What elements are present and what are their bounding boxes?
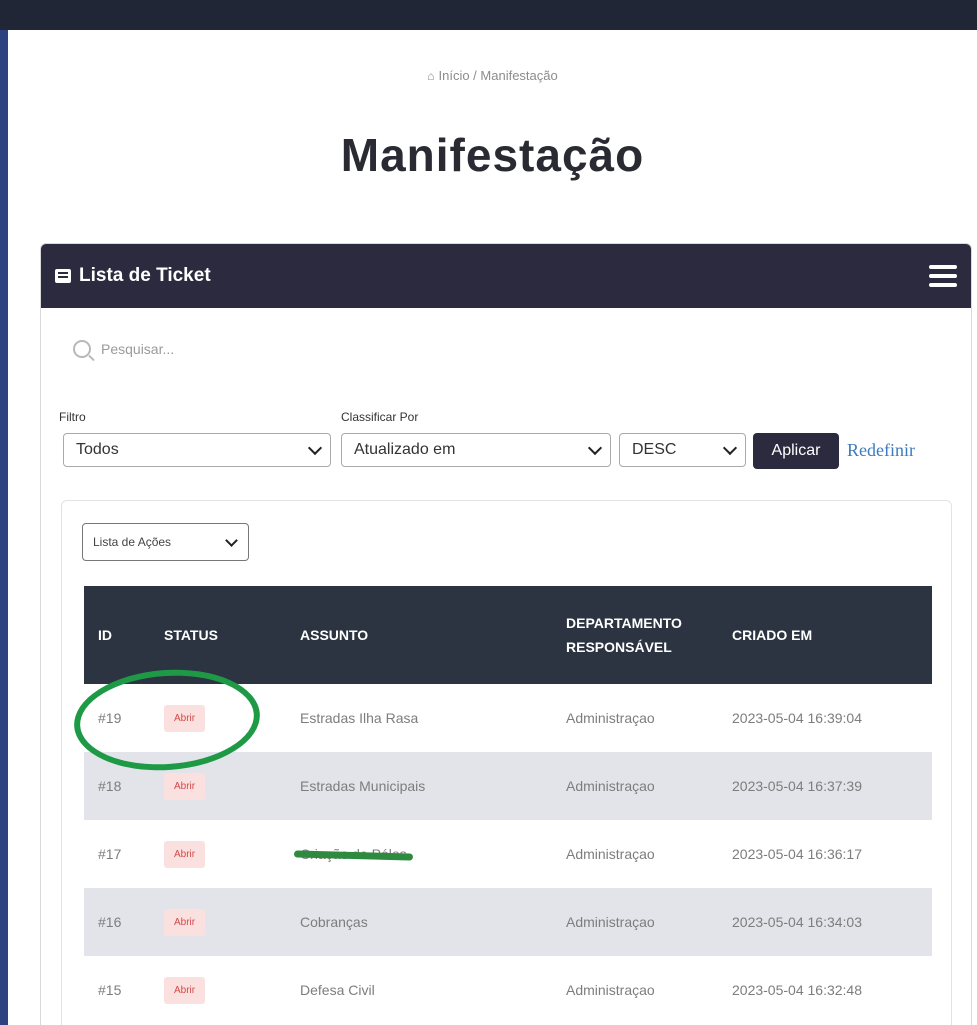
chevron-down-icon — [307, 440, 323, 456]
cell-status: Abrir — [150, 888, 286, 956]
order-select[interactable]: DESC — [619, 433, 746, 467]
page: ⌂ Início / Manifestação Manifestação List… — [8, 30, 977, 1025]
cell-status: Abrir — [150, 956, 286, 1024]
sort-select-value: Atualizado em — [354, 441, 456, 458]
table-row[interactable]: #17 Abrir Criação de Pólos Administraçao… — [84, 820, 932, 888]
status-badge: Abrir — [164, 772, 206, 800]
apply-button[interactable]: Aplicar — [753, 433, 839, 469]
table-row[interactable]: #16 Abrir Cobranças Administraçao 2023-0… — [84, 888, 932, 956]
top-bar — [0, 0, 977, 30]
filter-select-value: Todos — [76, 441, 119, 458]
cell-created: 2023-05-04 16:34:03 — [718, 888, 932, 956]
cell-subject[interactable]: Criação de Pólos — [286, 820, 552, 888]
card-title: Lista de Ticket — [79, 265, 211, 286]
status-badge: Abrir — [164, 840, 206, 868]
cell-subject[interactable]: Estradas Ilha Rasa — [286, 684, 552, 752]
cell-department: Administraçao — [552, 684, 718, 752]
filter-label: Filtro — [59, 410, 86, 424]
chevron-down-icon — [225, 533, 238, 547]
status-badge: Abrir — [164, 908, 206, 936]
order-select-value: DESC — [632, 441, 677, 458]
cell-created: 2023-05-04 16:39:04 — [718, 684, 932, 752]
chevron-down-icon — [587, 440, 603, 456]
cell-subject[interactable]: Defesa Civil — [286, 956, 552, 1024]
ticket-list-card: Lista de Ticket Filtro Todos Classificar… — [40, 243, 972, 1025]
cell-id[interactable]: #16 — [84, 888, 150, 956]
cell-created: 2023-05-04 16:36:17 — [718, 820, 932, 888]
hamburger-bar — [929, 274, 957, 278]
cell-subject[interactable]: Cobranças — [286, 888, 552, 956]
status-badge: Abrir — [164, 976, 206, 1004]
cell-created: 2023-05-04 16:32:48 — [718, 956, 932, 1024]
search-icon — [73, 340, 91, 358]
breadcrumb: ⌂ Início / Manifestação — [8, 68, 977, 83]
cell-department: Administraçao — [552, 752, 718, 820]
breadcrumb-text[interactable]: Início / Manifestação — [439, 68, 558, 83]
actions-select[interactable]: Lista de Ações — [82, 523, 249, 561]
column-header-created[interactable]: CRIADO EM — [718, 586, 932, 684]
table-row[interactable]: #18 Abrir Estradas Municipais Administra… — [84, 752, 932, 820]
search-input[interactable] — [99, 340, 303, 358]
card-title-wrap: Lista de Ticket — [55, 265, 211, 287]
actions-select-value: Lista de Ações — [93, 535, 172, 549]
home-icon[interactable]: ⌂ — [427, 69, 434, 83]
table-header-row: ID STATUS ASSUNTO DEPARTAMENTO RESPONSÁVE… — [84, 586, 932, 684]
cell-status: Abrir — [150, 820, 286, 888]
hamburger-icon[interactable] — [929, 265, 957, 287]
cell-department: Administraçao — [552, 888, 718, 956]
redacted-subject: Criação de Pólos — [300, 846, 407, 862]
filter-select[interactable]: Todos — [63, 433, 331, 467]
column-header-id[interactable]: ID — [84, 586, 150, 684]
cell-subject[interactable]: Estradas Municipais — [286, 752, 552, 820]
column-header-department[interactable]: DEPARTAMENTO RESPONSÁVEL — [552, 586, 718, 684]
cell-created: 2023-05-04 16:37:39 — [718, 752, 932, 820]
page-title: Manifestação — [340, 129, 645, 181]
cell-id[interactable]: #15 — [84, 956, 150, 1024]
list-icon — [55, 269, 71, 283]
cell-id[interactable]: #17 — [84, 820, 150, 888]
column-header-department-line2: RESPONSÁVEL — [566, 639, 672, 655]
chevron-down-icon — [722, 440, 738, 456]
cell-department: Administraçao — [552, 956, 718, 1024]
card-header: Lista de Ticket — [41, 244, 971, 308]
sort-label: Classificar Por — [341, 410, 419, 424]
tickets-table: ID STATUS ASSUNTO DEPARTAMENTO RESPONSÁVE… — [84, 586, 932, 1024]
cell-department: Administraçao — [552, 820, 718, 888]
hamburger-bar — [929, 283, 957, 287]
hamburger-bar — [929, 265, 957, 269]
table-row[interactable]: #15 Abrir Defesa Civil Administraçao 202… — [84, 956, 932, 1024]
column-header-department-line1: DEPARTAMENTO — [566, 615, 682, 631]
search-bar — [73, 340, 303, 358]
reset-link[interactable]: Redefinir — [847, 440, 915, 461]
column-header-subject[interactable]: ASSUNTO — [286, 586, 552, 684]
sort-select[interactable]: Atualizado em — [341, 433, 611, 467]
